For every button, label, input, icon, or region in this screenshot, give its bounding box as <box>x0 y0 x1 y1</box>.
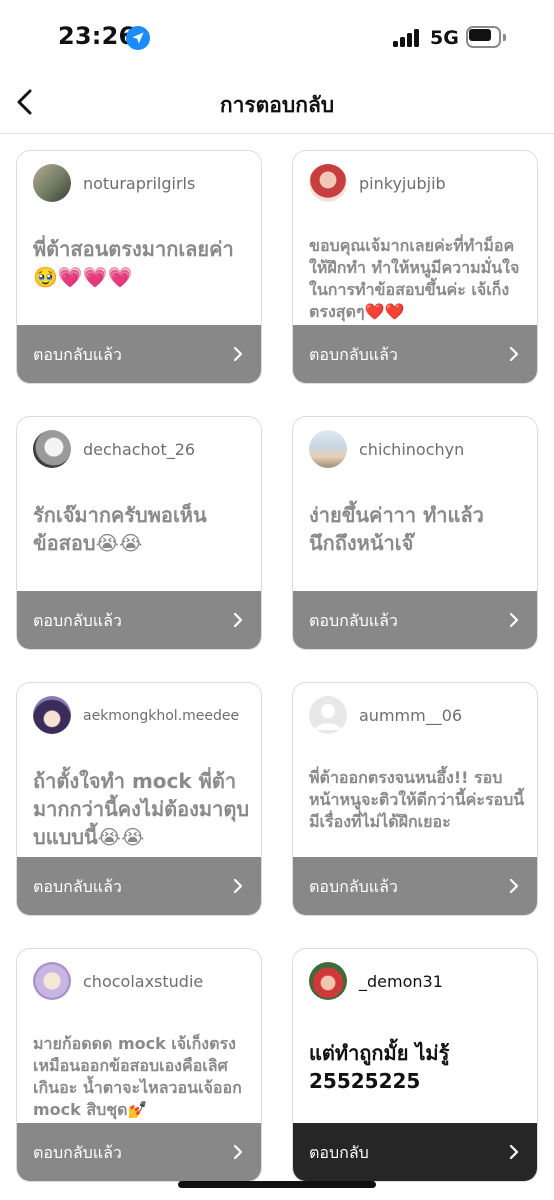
card-header[interactable]: noturaprilgirls <box>17 151 261 217</box>
reply-label: ตอบกลับ <box>309 1143 369 1162</box>
chevron-right-icon <box>509 346 519 362</box>
chevron-right-icon <box>233 878 243 894</box>
reply-message: แต่ทำถูกมั้ย ไม่รู้ 25525225 <box>309 1041 450 1093</box>
status-time: 23:26 <box>58 22 136 50</box>
avatar[interactable] <box>33 696 71 734</box>
reply-card: _demon31 แต่ทำถูกมั้ย ไม่รู้ 25525225 ตอ… <box>292 948 538 1182</box>
avatar[interactable] <box>33 962 71 1000</box>
replied-button[interactable]: ตอบกลับแล้ว <box>17 1123 261 1181</box>
home-indicator <box>178 1181 376 1188</box>
chevron-right-icon <box>233 346 243 362</box>
replied-label: ตอบกลับแล้ว <box>309 611 398 630</box>
username[interactable]: dechachot_26 <box>83 440 195 459</box>
replied-button[interactable]: ตอบกลับแล้ว <box>17 857 261 915</box>
username[interactable]: aummm__06 <box>359 706 462 725</box>
replied-button[interactable]: ตอบกลับแล้ว <box>293 325 537 383</box>
replied-label: ตอบกลับแล้ว <box>33 611 122 630</box>
reply-message: ขอบคุณเจ้มากเลยค่ะที่ทำม็อคให้ฝึกทำ ทำให… <box>309 236 520 321</box>
reply-card: pinkyjubjib ขอบคุณเจ้มากเลยค่ะที่ทำม็อคใ… <box>292 150 538 384</box>
replied-label: ตอบกลับแล้ว <box>33 345 122 364</box>
card-header[interactable]: _demon31 <box>293 949 537 1015</box>
reply-message: ง่ายขึ้นค่าาา ทำแล้วนึกถึงหน้าเจ๊ <box>309 503 484 555</box>
replied-button[interactable]: ตอบกลับแล้ว <box>17 591 261 649</box>
page-title: การตอบกลับ <box>219 93 335 117</box>
cellular-signal-icon <box>393 29 421 47</box>
reply-card: chocolaxstudie มายก้อดดด mock เจ้เก็งตรง… <box>16 948 262 1182</box>
chevron-right-icon <box>233 1144 243 1160</box>
card-header[interactable]: aekmongkhol.meedee <box>17 683 261 749</box>
nav-bar: การตอบกลับ <box>0 72 554 134</box>
replied-button[interactable]: ตอบกลับแล้ว <box>17 325 261 383</box>
avatar[interactable] <box>309 164 347 202</box>
card-header[interactable]: dechachot_26 <box>17 417 261 483</box>
avatar[interactable] <box>309 696 347 734</box>
reply-button[interactable]: ตอบกลับ <box>293 1123 537 1181</box>
status-bar: 23:26 5G <box>0 0 554 72</box>
username[interactable]: aekmongkhol.meedee <box>83 708 239 724</box>
reply-message: มายก้อดดด mock เจ้เก็งตรงเหมือนออกข้อสอบ… <box>33 1034 242 1119</box>
card-header[interactable]: aummm__06 <box>293 683 537 749</box>
username[interactable]: noturaprilgirls <box>83 174 195 193</box>
card-header[interactable]: pinkyjubjib <box>293 151 537 217</box>
replied-label: ตอบกลับแล้ว <box>33 877 122 896</box>
reply-card: chichinochyn ง่ายขึ้นค่าาา ทำแล้วนึกถึงห… <box>292 416 538 650</box>
avatar[interactable] <box>309 962 347 1000</box>
replied-label: ตอบกลับแล้ว <box>33 1143 122 1162</box>
avatar[interactable] <box>33 164 71 202</box>
chevron-right-icon <box>509 612 519 628</box>
reply-message: รักเจ๊มากครับพอเห็นข้อสอบ😭😭 <box>33 503 207 555</box>
username[interactable]: pinkyjubjib <box>359 174 446 193</box>
replied-label: ตอบกลับแล้ว <box>309 877 398 896</box>
username[interactable]: _demon31 <box>359 972 443 991</box>
avatar[interactable] <box>33 430 71 468</box>
username[interactable]: chichinochyn <box>359 440 464 459</box>
battery-icon <box>466 26 506 48</box>
card-header[interactable]: chichinochyn <box>293 417 537 483</box>
reply-card: aummm__06 พี่ต้าออกตรงจนหนอึ้ง!! รอบหน้า… <box>292 682 538 916</box>
reply-message: ถ้าตั้งใจทำ mock พี่ต้ามากกว่านี้คงไม่ต้… <box>33 769 250 849</box>
chevron-right-icon <box>509 1144 519 1160</box>
replied-button[interactable]: ตอบกลับแล้ว <box>293 591 537 649</box>
chevron-right-icon <box>233 612 243 628</box>
avatar[interactable] <box>309 430 347 468</box>
location-arrow-icon <box>126 26 150 50</box>
username[interactable]: chocolaxstudie <box>83 972 203 991</box>
network-label: 5G <box>430 27 459 49</box>
reply-card: aekmongkhol.meedee ถ้าตั้งใจทำ mock พี่ต… <box>16 682 262 916</box>
reply-message: พี่ต้าสอนตรงมากเลยค่า🥹💗💗💗 <box>33 237 234 289</box>
replied-label: ตอบกลับแล้ว <box>309 345 398 364</box>
replied-button[interactable]: ตอบกลับแล้ว <box>293 857 537 915</box>
reply-message: พี่ต้าออกตรงจนหนอึ้ง!! รอบหน้าหนูจะติวให… <box>309 768 525 831</box>
chevron-right-icon <box>509 878 519 894</box>
default-avatar-icon <box>315 704 341 730</box>
card-header[interactable]: chocolaxstudie <box>17 949 261 1015</box>
reply-card: noturaprilgirls พี่ต้าสอนตรงมากเลยค่า🥹💗💗… <box>16 150 262 384</box>
reply-card: dechachot_26 รักเจ๊มากครับพอเห็นข้อสอบ😭😭… <box>16 416 262 650</box>
